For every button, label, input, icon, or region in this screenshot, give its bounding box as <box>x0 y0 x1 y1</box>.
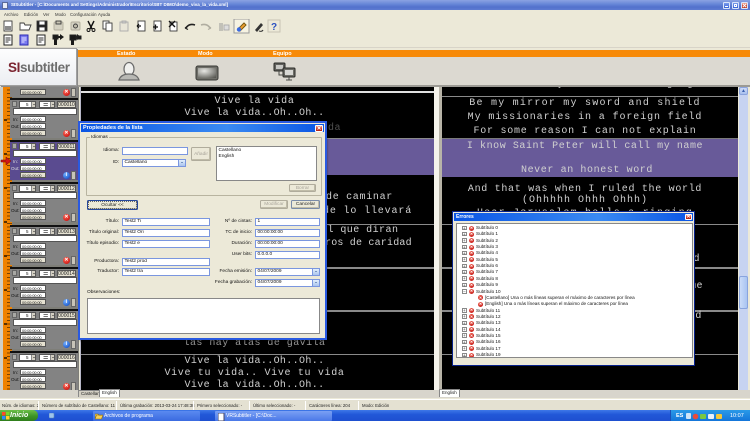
svg-text:?: ? <box>271 22 277 33</box>
